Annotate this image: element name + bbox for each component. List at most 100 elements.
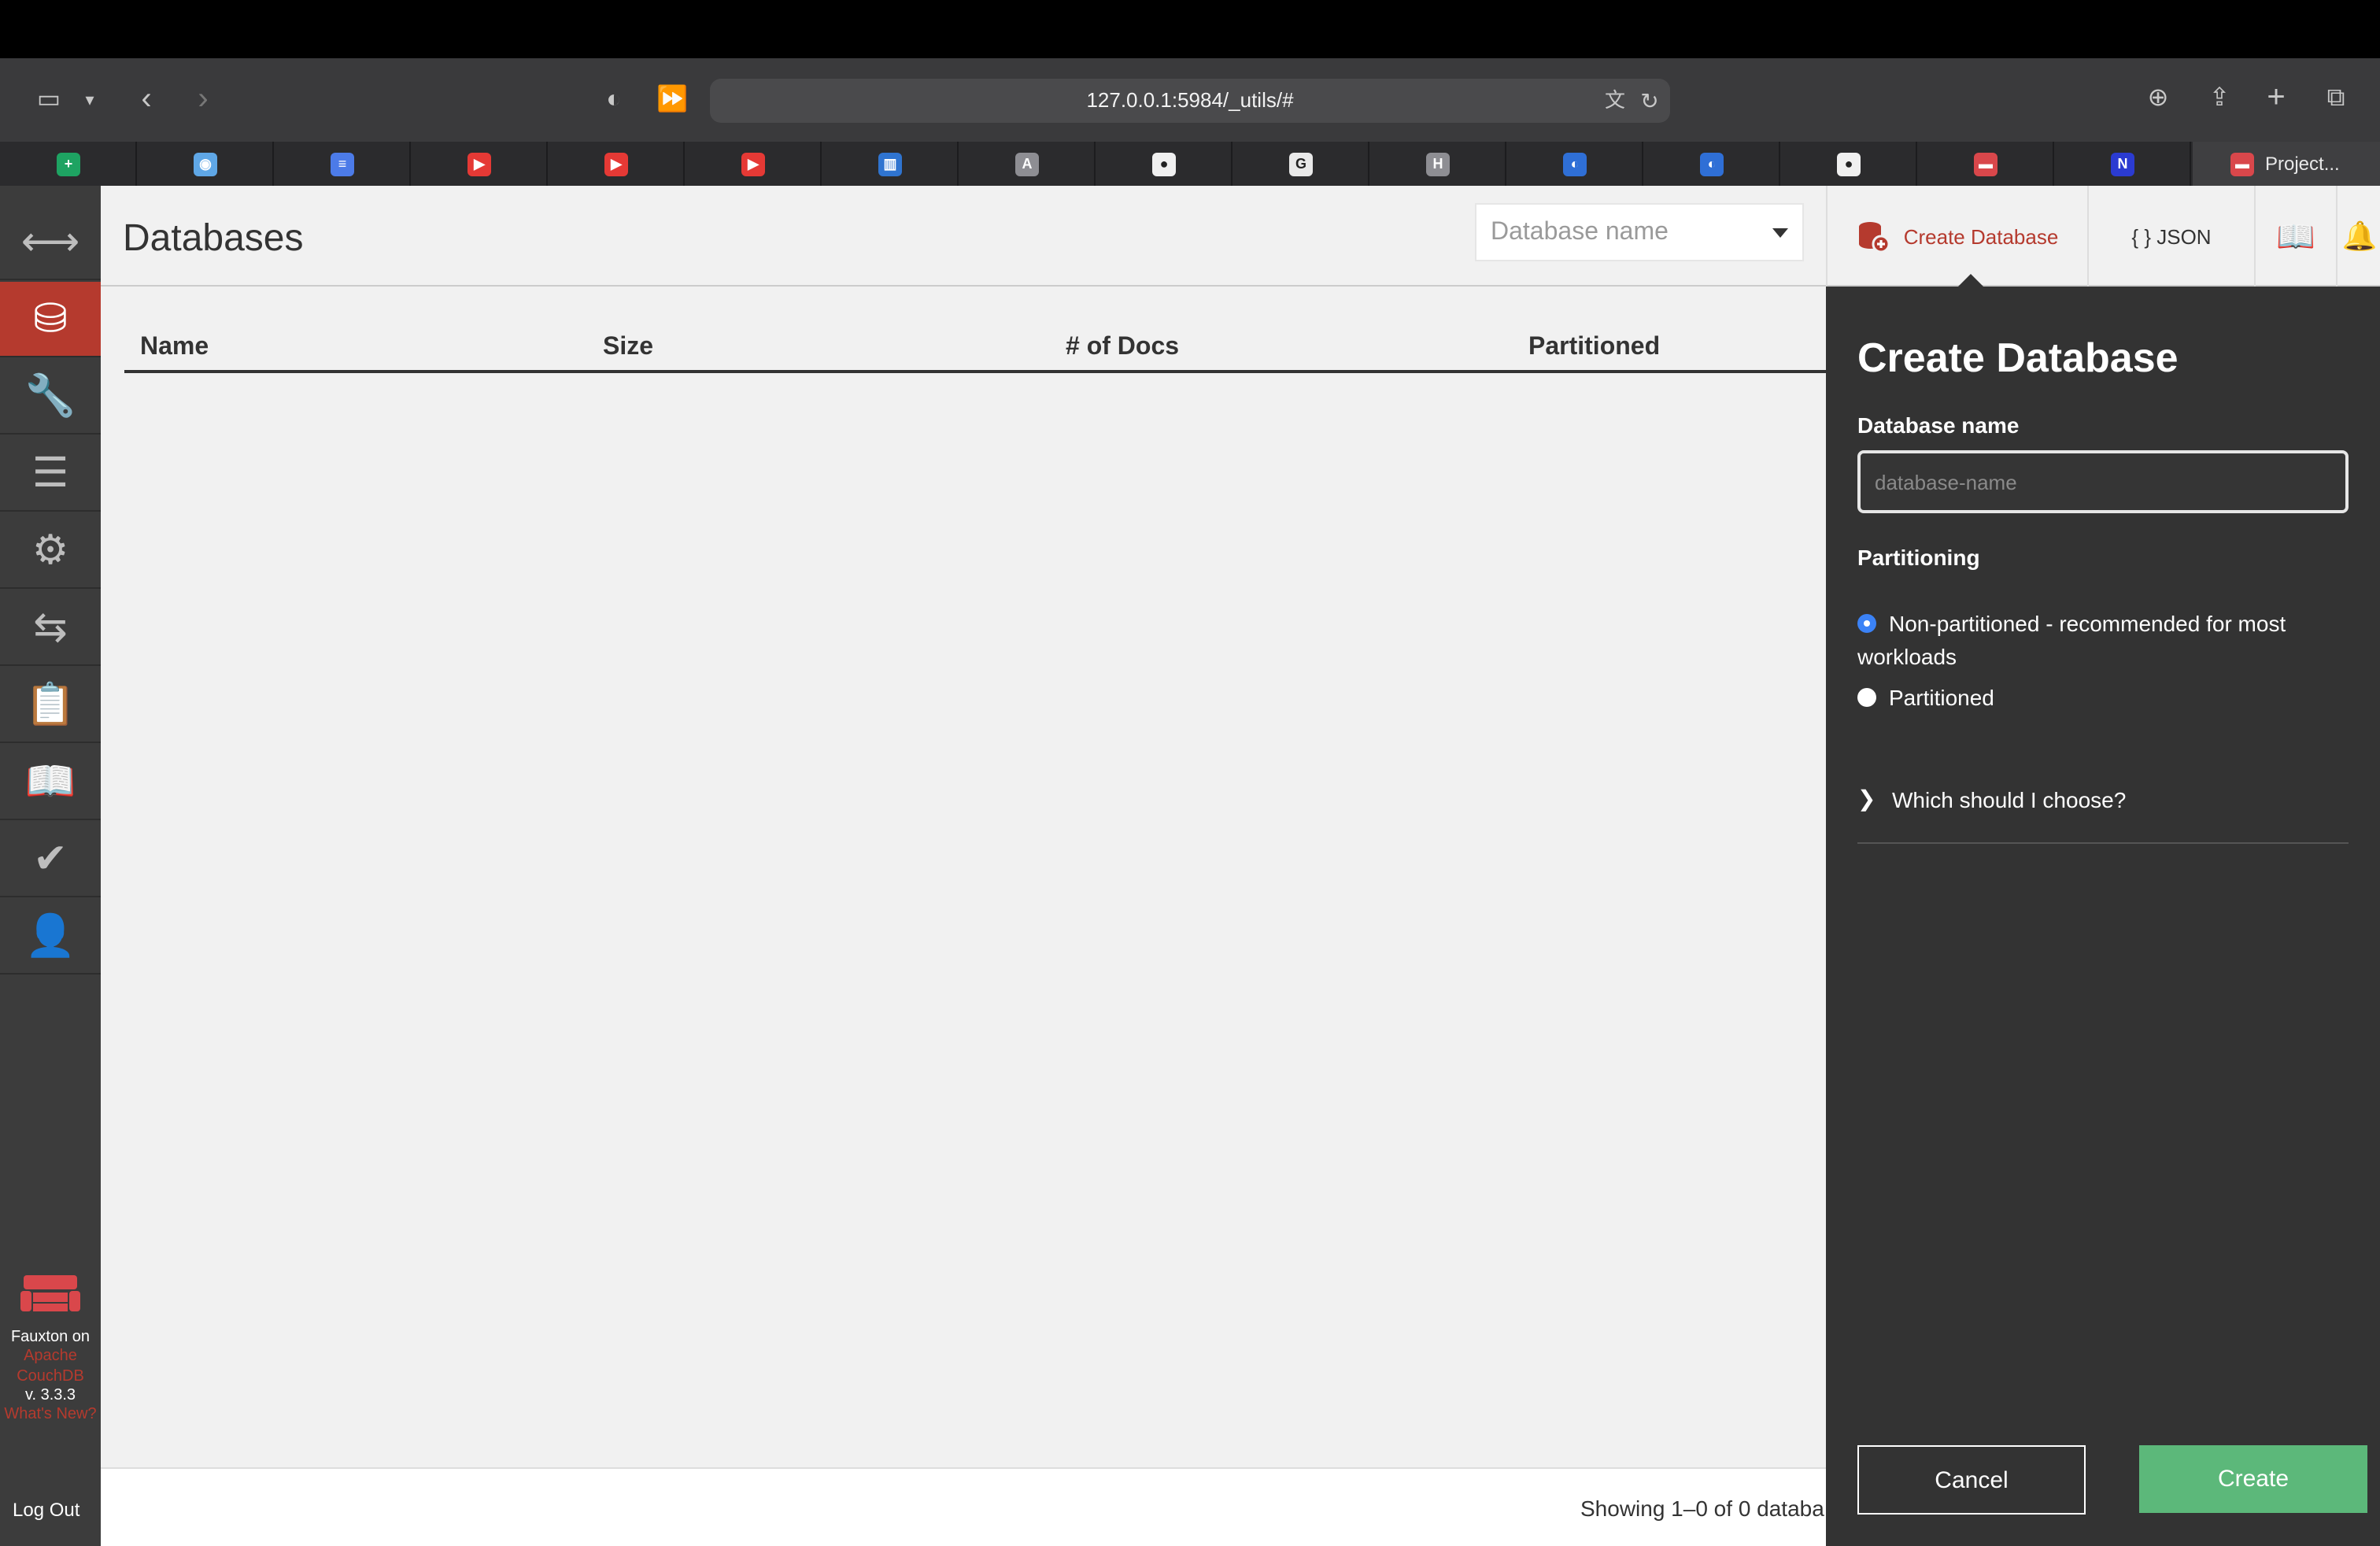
- bookmark-item[interactable]: ▬: [1917, 142, 2054, 186]
- reload-icon[interactable]: ↻: [1635, 85, 1664, 117]
- create-button[interactable]: Create: [2139, 1445, 2367, 1513]
- url-text: 127.0.0.1:5984/_utils/#: [1086, 88, 1294, 112]
- bookmark-item[interactable]: ◉: [137, 142, 274, 186]
- column-partitioned[interactable]: Partitioned: [1528, 334, 1660, 362]
- nav-verify[interactable]: ✔: [0, 822, 101, 897]
- nav-logs[interactable]: 📋: [0, 668, 101, 743]
- nav-active-tasks[interactable]: ☰: [0, 436, 101, 512]
- fast-forward-icon[interactable]: ⏩: [655, 85, 689, 117]
- column-size[interactable]: Size: [603, 334, 653, 362]
- nav-documentation[interactable]: 📖: [0, 745, 101, 820]
- database-name-field[interactable]: [1857, 450, 2349, 513]
- sheets-icon: +: [57, 153, 80, 176]
- whats-new-link[interactable]: What's New?: [0, 1404, 101, 1425]
- active-tab[interactable]: ▬ Project...: [2193, 142, 2380, 186]
- bookmark-item[interactable]: ≡: [274, 142, 411, 186]
- couchdb-icon: ▬: [1974, 153, 1998, 176]
- translate-icon[interactable]: 文: [1599, 85, 1631, 117]
- column-name[interactable]: Name: [140, 334, 209, 362]
- address-bar[interactable]: 127.0.0.1:5984/_utils/# 文 ↻: [710, 79, 1670, 123]
- which-should-i-choose-toggle[interactable]: ❯ Which should I choose?: [1857, 775, 2349, 844]
- bookmark-item[interactable]: A: [959, 142, 1096, 186]
- screen: ▭ ▾ ‹ › ◐ ⏩ 127.0.0.1:5984/_utils/# 文 ↻ …: [0, 0, 2380, 1546]
- couchdb-icon: ▬: [2230, 153, 2254, 176]
- documentation-button[interactable]: 📖: [2256, 186, 2338, 287]
- bookmark-item[interactable]: N: [2054, 142, 2191, 186]
- create-database-label: Create Database: [1903, 224, 2059, 248]
- share-icon[interactable]: ⇪: [2204, 83, 2235, 115]
- create-database-button[interactable]: Create Database: [1828, 186, 2089, 288]
- top-bezel: [0, 0, 2380, 58]
- database-search[interactable]: [1475, 203, 1804, 261]
- bookmark-item[interactable]: ▶: [548, 142, 685, 186]
- column-doc-count[interactable]: # of Docs: [1066, 334, 1179, 362]
- bookmark-item[interactable]: ◐: [1506, 142, 1643, 186]
- clipboard-icon: 📋: [24, 680, 76, 727]
- github-icon: ●: [1837, 153, 1861, 176]
- nav-replication[interactable]: ⇆: [0, 590, 101, 666]
- h-icon: H: [1426, 153, 1450, 176]
- bookmark-item[interactable]: ●: [1780, 142, 1917, 186]
- shield-icon[interactable]: ◐: [600, 85, 628, 117]
- youtube-icon: ▶: [741, 153, 765, 176]
- page-header: Databases: [101, 186, 1826, 287]
- nav-toggle[interactable]: ⟷: [0, 205, 101, 280]
- replication-icon: ⇆: [33, 603, 68, 650]
- databases-table-header: Name Size # of Docs Partitioned: [124, 321, 1826, 373]
- forward-icon[interactable]: ›: [189, 83, 217, 115]
- check-circle-icon: ✔: [33, 834, 68, 882]
- pagination-status: Showing 1–0 of 0 databa: [1580, 1496, 1824, 1521]
- github-icon: ●: [1152, 153, 1176, 176]
- bookmarks-bar: + ◉ ≡ ▶ ▶ ▶ ▥ A ● G H ◐ ◐ ● ▬ N ▬ Project...: [0, 142, 2380, 186]
- logout-link[interactable]: Log Out: [13, 1499, 79, 1521]
- cancel-button[interactable]: Cancel: [1857, 1445, 2086, 1515]
- database-name-label: Database name: [1857, 412, 2020, 438]
- notifications-button[interactable]: 🔔: [2338, 186, 2380, 287]
- main-content: Databases Name Size # of Docs Partitione…: [101, 186, 1826, 1546]
- tab-overview-icon[interactable]: ⧉: [2320, 83, 2352, 115]
- caret-down-icon[interactable]: [1772, 228, 1788, 238]
- bookmark-item[interactable]: ◐: [1643, 142, 1780, 186]
- option-partitioned[interactable]: Partitioned: [1857, 682, 2349, 715]
- user-icon: 👤: [24, 912, 76, 959]
- bookmark-item[interactable]: H: [1369, 142, 1506, 186]
- create-database-tray: Create Database Database name Partitioni…: [1826, 287, 2380, 1546]
- docs-icon: ≡: [331, 153, 354, 176]
- docker-icon: ◐: [1563, 153, 1587, 176]
- radio-selected-icon[interactable]: [1857, 614, 1876, 633]
- bookmark-item[interactable]: ▶: [685, 142, 822, 186]
- table-footer: Showing 1–0 of 0 databa: [101, 1467, 1826, 1546]
- chooser-label: Which should I choose?: [1892, 787, 2127, 812]
- radio-unselected-icon[interactable]: [1857, 688, 1876, 707]
- bookmark-item[interactable]: ▶: [411, 142, 548, 186]
- bookmark-item[interactable]: G: [1232, 142, 1369, 186]
- nav-user[interactable]: 👤: [0, 899, 101, 975]
- back-icon[interactable]: ‹: [132, 83, 161, 115]
- nav-databases[interactable]: ⛁: [0, 282, 101, 357]
- trello-icon: ▥: [878, 153, 902, 176]
- bell-icon: 🔔: [2341, 220, 2378, 251]
- n-icon: N: [2111, 153, 2134, 176]
- nav-config[interactable]: ⚙: [0, 513, 101, 589]
- bookmark-item[interactable]: +: [0, 142, 137, 186]
- brand-block: Fauxton on Apache CouchDB v. 3.3.3 What'…: [0, 1272, 101, 1425]
- google-icon: G: [1289, 153, 1313, 176]
- sidebar-toggle-icon[interactable]: ▭: [31, 85, 66, 117]
- page-title: Databases: [123, 217, 304, 260]
- nav-setup[interactable]: 🔧: [0, 359, 101, 435]
- option-non-partitioned[interactable]: Non-partitioned - recommended for most w…: [1857, 608, 2349, 674]
- fauxton-sidebar: ⟷ ⛁ 🔧 ☰ ⚙ ⇆ 📋 📖 ✔ 👤 Fauxton on Apache CouchDB v. …: [0, 186, 101, 1546]
- book-icon: 📖: [2276, 220, 2315, 254]
- chevron-down-icon[interactable]: ▾: [79, 85, 101, 117]
- brand-apache-link[interactable]: Apache: [0, 1346, 101, 1367]
- bookmark-item[interactable]: ●: [1096, 142, 1232, 186]
- expand-arrows-icon: ⟷: [20, 217, 80, 264]
- brand-couchdb-link[interactable]: CouchDB: [0, 1367, 101, 1387]
- bookmark-item[interactable]: ▥: [822, 142, 959, 186]
- header-actions: Create Database { } JSON 📖 🔔: [1826, 186, 2380, 288]
- json-button[interactable]: { } JSON: [2089, 186, 2256, 287]
- database-search-input[interactable]: [1476, 205, 1760, 260]
- new-tab-icon[interactable]: +: [2260, 82, 2292, 113]
- active-tab-label: Project...: [2265, 153, 2340, 175]
- download-icon[interactable]: ⊕: [2142, 83, 2174, 115]
